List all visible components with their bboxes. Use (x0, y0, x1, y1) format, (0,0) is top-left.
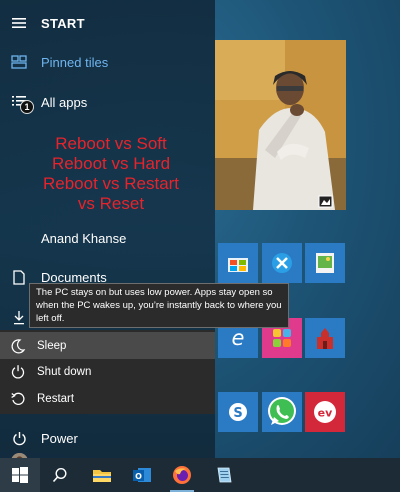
search-icon (52, 467, 67, 483)
power-item[interactable]: Power (0, 424, 215, 452)
tile-whatsapp[interactable] (262, 392, 302, 432)
tile-edge-beta[interactable] (262, 243, 302, 283)
document-icon (10, 268, 28, 286)
download-icon (10, 308, 28, 326)
restart-label: Restart (37, 392, 75, 405)
store-icon (228, 258, 248, 272)
firefox-button[interactable] (162, 458, 202, 492)
tile-skype[interactable]: S (218, 392, 258, 432)
pinned-tiles-label: Pinned tiles (41, 54, 109, 70)
image-app-icon (316, 253, 334, 273)
candy-game-icon (273, 329, 291, 347)
svg-text:S: S (233, 406, 242, 421)
taskbar: O (0, 458, 400, 492)
photo-image (215, 40, 346, 210)
windows-logo-icon (12, 467, 28, 483)
file-explorer-button[interactable] (82, 458, 122, 492)
overlay-line-4: vs Reset (77, 194, 145, 213)
outlook-button[interactable]: O (122, 458, 162, 492)
start-button[interactable] (0, 458, 40, 492)
moon-icon (10, 338, 26, 354)
skype-icon: S (229, 403, 247, 421)
photo-tile[interactable] (215, 40, 346, 210)
svg-text:ev: ev (318, 407, 333, 420)
sleep-option[interactable]: Sleep (0, 332, 215, 359)
search-button[interactable] (40, 458, 80, 492)
power-label: Power (41, 430, 78, 446)
expressvpn-icon: ev (314, 401, 336, 423)
notepad-button[interactable] (204, 458, 244, 492)
power-icon (10, 429, 28, 447)
edge-icon: e (232, 327, 245, 349)
tile-photos-app[interactable] (305, 243, 345, 283)
overlay-line-3: Reboot vs Restart (42, 174, 180, 193)
shut-down-option[interactable]: Shut down (0, 358, 215, 385)
power-icon (10, 364, 26, 380)
user-account-item[interactable]: Anand Khanse (0, 224, 215, 470)
overlay-line-2: Reboot vs Hard (51, 154, 171, 173)
sleep-tooltip: The PC stays on but uses low power. Apps… (29, 283, 289, 328)
svg-text:e: e (232, 327, 245, 349)
pinned-tiles-icon (10, 53, 28, 71)
overlay-title: Reboot vs Soft Reboot vs Hard Reboot vs … (26, 134, 196, 214)
start-title: START (41, 15, 85, 31)
sleep-label: Sleep (37, 339, 67, 352)
hamburger-menu-icon[interactable] (10, 14, 28, 32)
shut-down-label: Shut down (37, 365, 92, 378)
game-castle-icon (317, 328, 333, 349)
outlook-icon: O (133, 468, 151, 482)
tile-game[interactable] (305, 318, 345, 358)
whatsapp-icon (268, 397, 296, 425)
notepad-icon (217, 467, 232, 483)
start-header: START (0, 9, 215, 37)
pinned-tiles-item[interactable]: Pinned tiles (0, 48, 215, 76)
user-name: Anand Khanse (41, 230, 127, 246)
restart-option[interactable]: Restart (0, 385, 215, 412)
folder-icon (93, 470, 111, 482)
restart-icon (10, 391, 26, 407)
firefox-icon (173, 466, 191, 484)
svg-text:O: O (135, 472, 142, 481)
tile-express-vpn[interactable]: ev (305, 392, 345, 432)
all-apps-badge: 1 (20, 100, 34, 114)
power-menu: Sleep Shut down Restart (0, 330, 215, 414)
overlay-line-1: Reboot vs Soft (55, 134, 167, 153)
tile-store[interactable] (218, 243, 258, 283)
all-apps-label: All apps (41, 94, 88, 110)
edge-x-icon (272, 253, 292, 273)
